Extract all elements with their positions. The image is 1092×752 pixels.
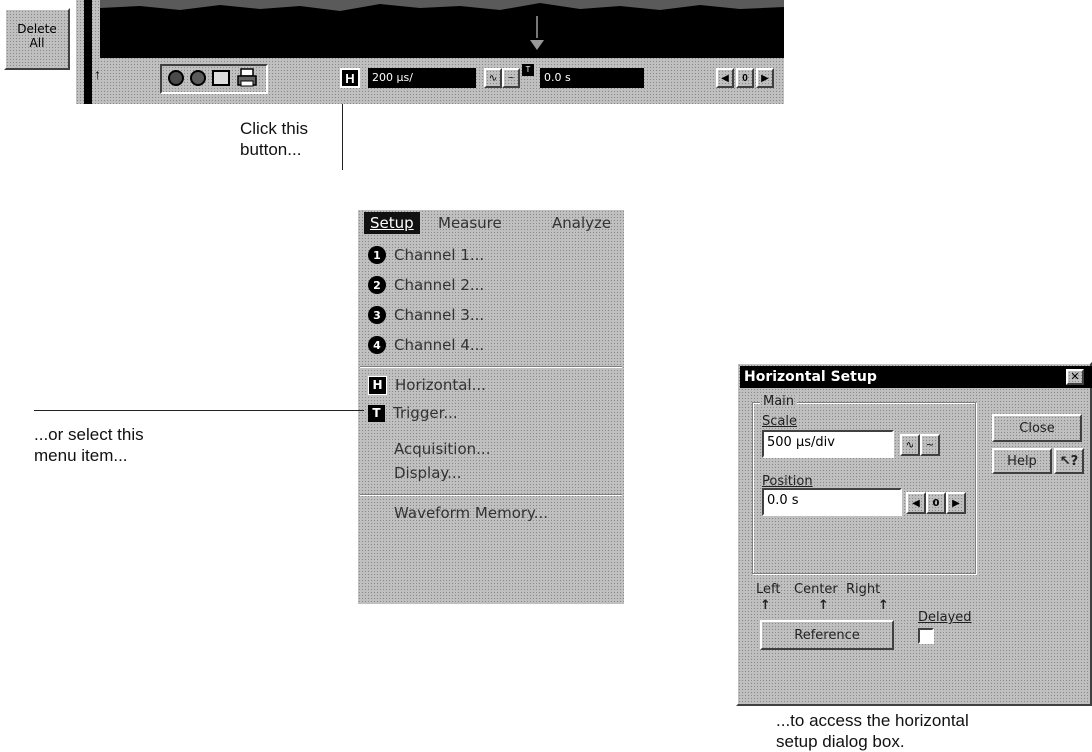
slope-down-icon[interactable]: ~: [502, 68, 520, 88]
menu-item-label: Acquisition...: [394, 440, 491, 458]
ref-arrow-left-icon: ↑: [760, 598, 771, 613]
delay-right-arrow-icon[interactable]: ▶: [756, 68, 774, 88]
menu-item-trigger[interactable]: T Trigger...: [368, 400, 458, 426]
menu-item-horizontal[interactable]: H Horizontal...: [368, 372, 486, 398]
channel-1-icon: 1: [368, 246, 386, 264]
run-icon[interactable]: [190, 70, 206, 86]
menu-item-label: Channel 2...: [394, 276, 485, 294]
waveform-display: [100, 0, 784, 58]
trigger-marker: [536, 16, 538, 38]
ref-label-right: Right: [846, 582, 881, 597]
horizontal-setup-button[interactable]: H: [340, 68, 360, 88]
scale-fine-up-icon[interactable]: ∿: [900, 434, 920, 456]
horizontal-setup-dialog: Horizontal Setup ✕ Main Scale 500 µs/div…: [736, 362, 1092, 706]
delayed-label: Delayed: [918, 610, 972, 625]
delay-zero-button[interactable]: 0: [736, 68, 754, 88]
close-icon[interactable]: ✕: [1066, 369, 1084, 385]
caption-click-line-2: button...: [240, 140, 302, 159]
scale-input[interactable]: 500 µs/div: [762, 430, 894, 458]
delete-all-button[interactable]: Delete All: [4, 8, 70, 70]
menu-separator: [360, 494, 622, 496]
menu-item-display[interactable]: Display...: [394, 460, 461, 486]
menu-item-channel-1[interactable]: 1 Channel 1...: [368, 242, 484, 268]
menu-item-label: Channel 3...: [394, 306, 485, 324]
menu-item-waveform-memory[interactable]: Waveform Memory...: [394, 500, 548, 526]
caption-select-line-2: menu item...: [34, 446, 128, 465]
position-label: Position: [762, 474, 813, 489]
caption-access-dialog: ...to access the horizontal setup dialog…: [776, 710, 969, 752]
ref-arrow-center-icon: ↑: [818, 598, 829, 613]
delay-left-arrow-icon[interactable]: ◀: [716, 68, 734, 88]
position-input[interactable]: 0.0 s: [762, 488, 902, 516]
timebase-field[interactable]: 200 µs/: [368, 68, 476, 88]
delay-field[interactable]: 0.0 s: [540, 68, 644, 88]
callout-line-menu: [34, 410, 364, 411]
menu-separator: [360, 366, 622, 368]
position-right-arrow-icon[interactable]: ▶: [946, 492, 966, 514]
copy-icon[interactable]: [212, 70, 230, 86]
menu-setup[interactable]: Setup: [370, 213, 414, 233]
caption-click-line-1: Click this: [240, 119, 309, 138]
menu-item-label: Waveform Memory...: [394, 504, 549, 522]
ref-label-left: Left: [756, 582, 781, 597]
menu-analyze[interactable]: Analyze: [552, 213, 611, 233]
callout-line-button: [342, 104, 343, 170]
menu-item-channel-4[interactable]: 4 Channel 4...: [368, 332, 484, 358]
ref-label-center: Center: [794, 582, 838, 597]
trigger-icon: T: [368, 404, 385, 422]
menu-item-label: Trigger...: [393, 404, 458, 422]
caption-access-line-2: setup dialog box.: [776, 732, 905, 751]
main-group-label: Main: [760, 394, 798, 409]
menu-item-channel-2[interactable]: 2 Channel 2...: [368, 272, 484, 298]
close-button[interactable]: Close: [992, 414, 1082, 442]
channel-2-icon: 2: [368, 276, 386, 294]
ref-arrow-icon[interactable]: ↑: [94, 66, 101, 82]
caption-access-line-1: ...to access the horizontal: [776, 711, 969, 730]
slope-up-icon[interactable]: ∿: [484, 68, 502, 88]
setup-menu: Setup Measure Analyze 1 Channel 1... 2 C…: [358, 210, 624, 604]
menu-item-label: Channel 1...: [394, 246, 485, 264]
reference-button[interactable]: Reference: [760, 620, 894, 650]
position-left-arrow-icon[interactable]: ◀: [906, 492, 926, 514]
trigger-icon[interactable]: T: [522, 64, 534, 76]
caption-click-button: Click this button...: [240, 118, 308, 160]
toolbar-divider: [84, 0, 92, 104]
scale-fine-down-icon[interactable]: ~: [920, 434, 940, 456]
channel-4-icon: 4: [368, 336, 386, 354]
ref-arrow-right-icon: ↑: [878, 598, 889, 613]
menu-item-label: Display...: [394, 464, 462, 482]
menu-measure[interactable]: Measure: [438, 213, 502, 233]
menu-bar: Setup Measure Analyze: [358, 210, 624, 236]
stop-icon[interactable]: [168, 70, 184, 86]
delete-all-label-1: Delete: [17, 22, 57, 36]
menu-item-channel-3[interactable]: 3 Channel 3...: [368, 302, 484, 328]
print-icon[interactable]: [236, 68, 258, 88]
context-help-icon[interactable]: ↖?: [1054, 448, 1084, 474]
dialog-title: Horizontal Setup: [740, 366, 1092, 388]
delayed-checkbox[interactable]: [918, 628, 934, 644]
position-zero-button[interactable]: 0: [926, 492, 946, 514]
help-button[interactable]: Help: [992, 448, 1052, 474]
caption-select-line-1: ...or select this: [34, 425, 144, 444]
caption-select-menu: ...or select this menu item...: [34, 424, 144, 466]
menu-item-label: Horizontal...: [395, 376, 486, 394]
delete-all-label-2: All: [29, 36, 45, 50]
scale-label: Scale: [762, 414, 797, 429]
horizontal-icon: H: [368, 375, 387, 395]
menu-item-label: Channel 4...: [394, 336, 485, 354]
menu-item-acquisition[interactable]: Acquisition...: [394, 436, 490, 462]
channel-3-icon: 3: [368, 306, 386, 324]
